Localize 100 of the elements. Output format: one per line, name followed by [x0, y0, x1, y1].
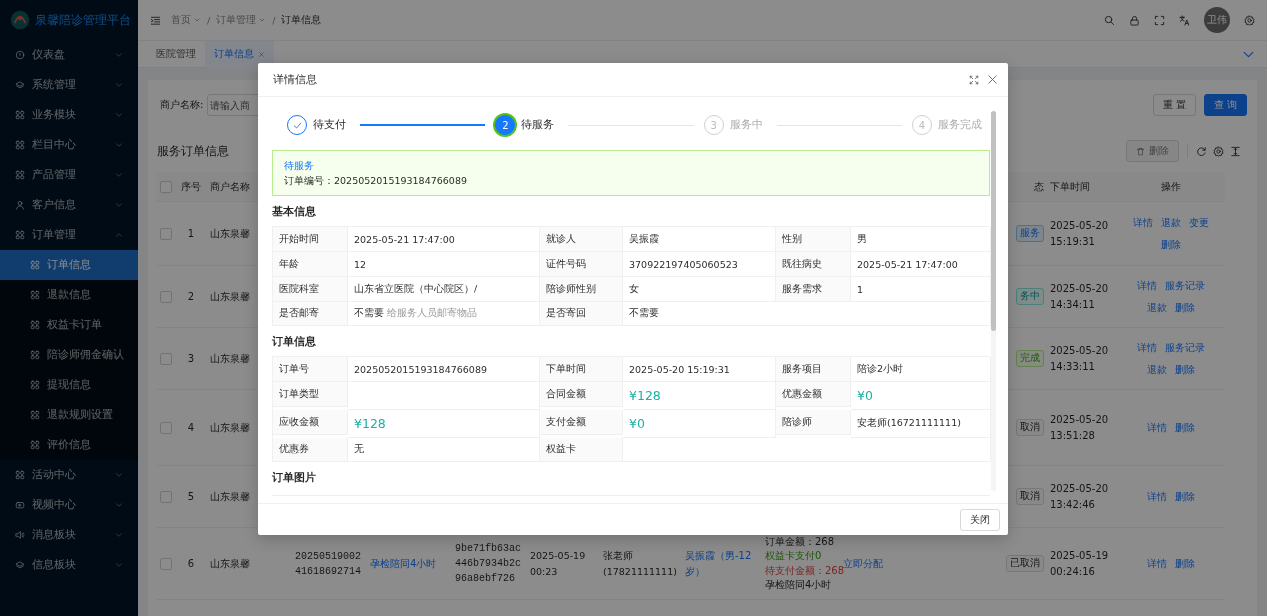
field-value: 2025052015193184766089	[354, 363, 487, 375]
field-label: 商户名称:	[160, 98, 204, 112]
field-value: 370922197405060523	[629, 258, 738, 270]
action-link[interactable]: 删除	[1174, 299, 1195, 316]
action-link[interactable]: 删除	[1174, 555, 1195, 572]
status-tag: 完成	[1016, 350, 1044, 367]
submenu-item[interactable]: 订单信息	[0, 250, 138, 280]
amount-line: 订单金额：268	[765, 534, 836, 549]
action-link[interactable]: 删除	[1160, 236, 1181, 253]
action-link[interactable]: 详情	[1146, 419, 1167, 436]
step-label: 服务完成	[938, 118, 982, 132]
submenu-item[interactable]: 提现信息	[0, 370, 138, 400]
table-link[interactable]: 立即分配	[843, 555, 883, 572]
menu-item[interactable]: 视频中心	[0, 490, 138, 520]
section-title: 订单信息	[272, 334, 317, 349]
field-value: 吴振霞	[629, 232, 659, 246]
field-value: 安老师(16721111111)	[857, 417, 961, 430]
table-link[interactable]: 吴振霞（男-12岁）	[685, 547, 757, 580]
submenu-item[interactable]: 评价信息	[0, 430, 138, 460]
action-link[interactable]: 删除	[1174, 419, 1195, 436]
field-label: 陪诊师性别	[540, 277, 623, 302]
table-cell: 5	[187, 491, 195, 502]
field-label: 权益卡	[540, 438, 623, 462]
tab[interactable]: 订单信息	[205, 40, 274, 68]
field-label: 是否邮寄	[273, 302, 348, 326]
amount-line: 孕检陪同4小时	[765, 578, 833, 592]
amount-line: 待支付金额：268	[765, 564, 845, 578]
submenu-item[interactable]: 退款信息	[0, 280, 138, 310]
action-link[interactable]: 退款	[1160, 214, 1181, 231]
action-link[interactable]: 服务记录	[1164, 277, 1205, 294]
field-label: 开始时间	[273, 227, 348, 252]
menu-item[interactable]: 订单管理	[0, 220, 138, 250]
app-title: 泉馨陪诊管理平台	[35, 11, 131, 29]
field-label: 陪诊师	[776, 410, 851, 435]
action-link[interactable]: 服务记录	[1164, 339, 1205, 356]
field-value: 男	[857, 232, 867, 246]
reset-button[interactable]: 重 置	[1152, 94, 1196, 116]
submenu-item[interactable]: 退款规则设置	[0, 400, 138, 430]
menu-item[interactable]: 消息板块	[0, 520, 138, 550]
menu-item[interactable]: 系统管理	[0, 70, 138, 100]
action-link[interactable]: 变更	[1188, 214, 1209, 231]
field-value: 不需要	[354, 307, 384, 320]
menu-item[interactable]: 业务模块	[0, 100, 138, 130]
field-value: ¥128	[354, 416, 386, 431]
field-value: 女	[629, 282, 639, 296]
field-label: 下单时间	[540, 357, 623, 382]
table-cell: 3	[187, 353, 195, 364]
table-cell: 山东泉馨	[210, 420, 250, 435]
table-cell: 山东泉馨	[210, 226, 250, 241]
menu-item[interactable]: 仪表盘	[0, 40, 138, 70]
field-value: 2025-05-21 17:47:00	[857, 258, 958, 270]
table-cell-text: 2025-05-20 15:19:31	[1050, 218, 1110, 249]
table-cell-text: 2025-05-20 13:51:28	[1050, 412, 1110, 443]
search-button[interactable]: 查 询	[1203, 94, 1247, 116]
breadcrumb-link[interactable]: 首页	[171, 13, 201, 27]
breadcrumb-link[interactable]: 订单信息	[281, 13, 322, 27]
action-link[interactable]: 详情	[1146, 488, 1167, 505]
section-title: 基本信息	[272, 204, 317, 219]
field-label: 优惠金额	[776, 382, 851, 407]
action-link[interactable]: 退款	[1146, 361, 1167, 378]
field-label: 年龄	[273, 252, 348, 277]
close-button[interactable]: 关闭	[960, 508, 1000, 531]
menu-item[interactable]: 客户信息	[0, 190, 138, 220]
submenu-item[interactable]: 陪诊师佣金确认	[0, 340, 138, 370]
table-cell: 山东泉馨	[210, 489, 250, 504]
step-label: 待支付	[313, 118, 346, 132]
action-link[interactable]: 详情	[1132, 214, 1153, 231]
amount-line: 权益卡支付0	[765, 549, 823, 563]
action-link[interactable]: 退款	[1146, 299, 1167, 316]
action-link[interactable]: 删除	[1174, 361, 1195, 378]
menu-item[interactable]: 栏目中心	[0, 130, 138, 160]
field-label: 优惠券	[273, 438, 348, 462]
field-label: 是否寄回	[540, 302, 623, 326]
section-title: 订单图片	[272, 470, 317, 485]
field-value: 2025-05-21 17:47:00	[354, 233, 455, 245]
field-value: 陪诊2小时	[857, 362, 904, 376]
status-tag: 取消	[1016, 488, 1044, 505]
menu-item[interactable]: 信息板块	[0, 550, 138, 580]
table-cell: 2	[187, 291, 195, 302]
action-link[interactable]: 详情	[1136, 277, 1157, 294]
field-label: 就诊人	[540, 227, 623, 252]
tab[interactable]: 医院管理	[147, 40, 205, 68]
menu-item[interactable]: 产品管理	[0, 160, 138, 190]
table-link[interactable]: 孕检陪同4小时	[370, 555, 437, 572]
action-link[interactable]: 详情	[1146, 555, 1167, 572]
table-cell-text: 9be71fb63ac446b7934b2c96a8ebf726	[455, 542, 522, 586]
alert-text: 订单编号：2025052015193184766089	[284, 174, 468, 188]
field-label: 应收金额	[273, 410, 348, 435]
menu-item[interactable]: 活动中心	[0, 460, 138, 490]
action-link[interactable]: 详情	[1136, 339, 1157, 356]
dialog-title: 详情信息	[273, 72, 317, 87]
table-cell: 山东泉馨	[210, 289, 250, 304]
submenu-item[interactable]: 权益卡订单	[0, 310, 138, 340]
action-link[interactable]: 删除	[1174, 488, 1195, 505]
breadcrumb-separator: /	[272, 14, 276, 26]
table-cell-text: 2025-05-19 00:24:16	[1050, 548, 1110, 579]
table-cell: 6	[187, 558, 195, 569]
user-avatar[interactable]: 卫伟	[1204, 7, 1230, 33]
field-label: 证件号码	[540, 252, 623, 277]
table-cell-text: 2025-05-20 14:34:11	[1050, 281, 1110, 312]
